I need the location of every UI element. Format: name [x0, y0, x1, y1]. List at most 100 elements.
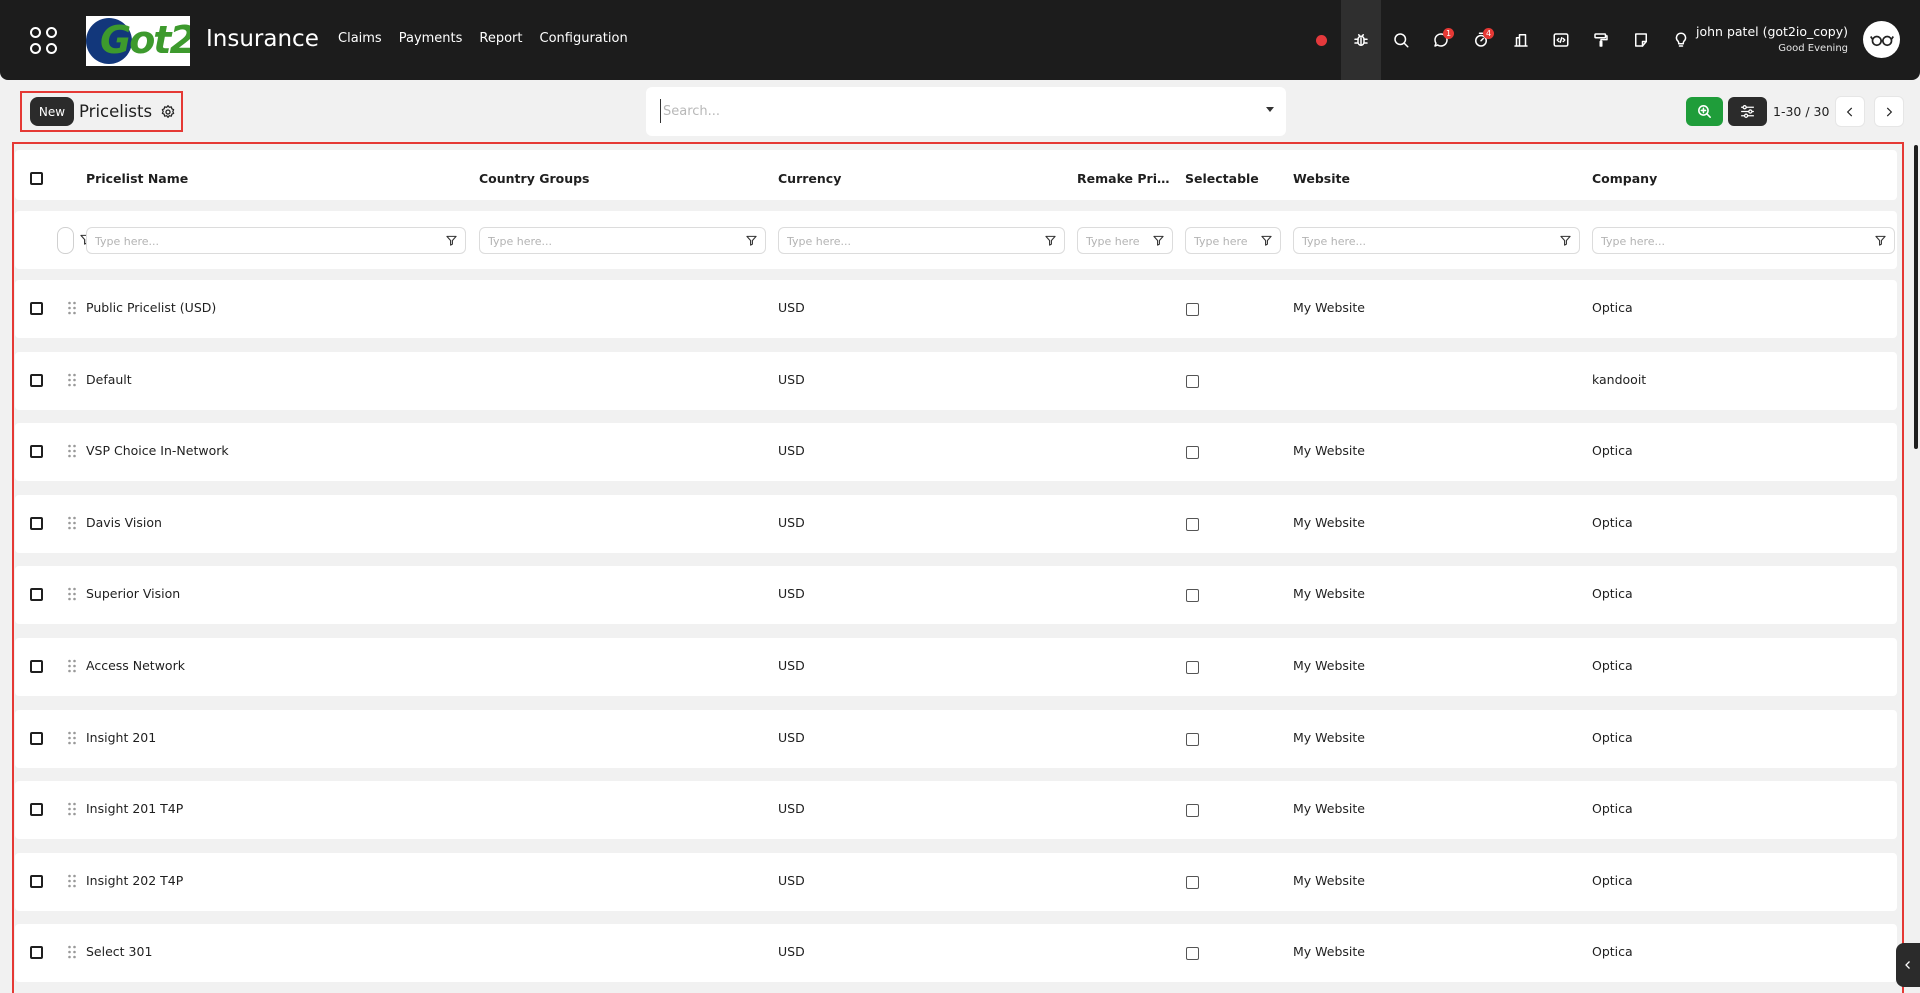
drag-handle-icon[interactable]: [67, 516, 77, 530]
pager-previous-button[interactable]: [1835, 96, 1865, 127]
chat-badge: 1: [1443, 28, 1454, 39]
paint-roller-icon[interactable]: [1581, 0, 1621, 80]
record-icon[interactable]: [1301, 0, 1341, 80]
website-cell: My Website: [1293, 300, 1365, 315]
bug-icon[interactable]: [1341, 0, 1381, 80]
gear-icon[interactable]: [160, 104, 176, 120]
filter-remake-pricelist-input[interactable]: [1086, 232, 1150, 250]
drag-handle-icon[interactable]: [67, 731, 77, 745]
drag-handle-icon[interactable]: [67, 373, 77, 387]
drag-handle-icon[interactable]: [67, 444, 77, 458]
selectable-checkbox[interactable]: [1186, 375, 1199, 388]
row-select-checkbox[interactable]: [30, 803, 43, 816]
funnel-icon[interactable]: [1560, 235, 1571, 246]
search-icon[interactable]: [1381, 0, 1421, 80]
funnel-icon[interactable]: [746, 235, 757, 246]
selectable-checkbox[interactable]: [1186, 661, 1199, 674]
filter-toggle[interactable]: [57, 227, 74, 254]
zoom-search-button[interactable]: [1686, 97, 1723, 126]
currency-cell: USD: [778, 586, 805, 601]
company-cell: Optica: [1592, 944, 1633, 959]
new-button[interactable]: New: [30, 97, 74, 126]
search-dropdown-toggle[interactable]: [1266, 107, 1274, 112]
menu-report[interactable]: Report: [479, 31, 522, 47]
website-cell: My Website: [1293, 873, 1365, 888]
select-all-checkbox[interactable]: [30, 172, 43, 185]
user-menu[interactable]: john patel (got2io_copy) Good Evening: [1696, 24, 1848, 56]
row-select-checkbox[interactable]: [30, 374, 43, 387]
drag-handle-icon[interactable]: [67, 587, 77, 601]
column-website[interactable]: Website: [1293, 171, 1573, 187]
filter-pricelist-name: [86, 227, 466, 254]
filter-website-input[interactable]: [1302, 232, 1557, 250]
funnel-icon[interactable]: [1153, 235, 1164, 246]
selectable-checkbox[interactable]: [1186, 303, 1199, 316]
selectable-checkbox[interactable]: [1186, 804, 1199, 817]
selectable-checkbox[interactable]: [1186, 733, 1199, 746]
filter-currency-input[interactable]: [787, 232, 1042, 250]
selectable-checkbox[interactable]: [1186, 589, 1199, 602]
avatar[interactable]: [1863, 21, 1900, 58]
zoom-in-icon: [1698, 105, 1711, 118]
filter-pricelist-name-input[interactable]: [95, 232, 443, 250]
search-input[interactable]: [660, 99, 1240, 123]
funnel-icon[interactable]: [1261, 235, 1272, 246]
note-icon[interactable]: [1621, 0, 1661, 80]
bank-icon[interactable]: [1501, 0, 1541, 80]
funnel-icon[interactable]: [1045, 235, 1056, 246]
company-logo[interactable]: Got2: [86, 16, 190, 66]
drag-handle-icon[interactable]: [67, 659, 77, 673]
filter-remake-pricelist: [1077, 227, 1173, 254]
row-select-checkbox[interactable]: [30, 588, 43, 601]
drag-handle-icon[interactable]: [67, 802, 77, 816]
filter-company-input[interactable]: [1601, 232, 1872, 250]
filter-country-groups-input[interactable]: [488, 232, 743, 250]
filter-settings-button[interactable]: [1728, 97, 1767, 126]
column-pricelist-name[interactable]: Pricelist Name: [86, 171, 386, 187]
column-company[interactable]: Company: [1592, 171, 1872, 187]
timer-icon[interactable]: 4: [1461, 0, 1501, 80]
column-selectable[interactable]: Selectable: [1185, 171, 1280, 187]
funnel-icon[interactable]: [446, 235, 457, 246]
company-cell: kandooit: [1592, 372, 1647, 387]
drag-handle-icon[interactable]: [67, 945, 77, 959]
lightbulb-icon[interactable]: [1661, 0, 1701, 80]
chevron-right-icon: [1886, 107, 1893, 116]
chevron-left-icon: [1905, 961, 1910, 969]
drag-handle-icon[interactable]: [67, 301, 77, 315]
company-cell: Optica: [1592, 586, 1633, 601]
row-select-checkbox[interactable]: [30, 302, 43, 315]
pager-value[interactable]: 1-30 / 30: [1773, 104, 1829, 119]
selectable-checkbox[interactable]: [1186, 947, 1199, 960]
selectable-checkbox[interactable]: [1186, 446, 1199, 459]
chat-icon[interactable]: 1: [1421, 0, 1461, 80]
user-greeting: Good Evening: [1778, 43, 1848, 54]
selectable-checkbox[interactable]: [1186, 876, 1199, 889]
breadcrumb-highlight: New Pricelists: [20, 91, 183, 132]
column-country-groups[interactable]: Country Groups: [479, 171, 759, 187]
column-currency[interactable]: Currency: [778, 171, 1058, 187]
pager-next-button[interactable]: [1874, 96, 1904, 127]
row-select-checkbox[interactable]: [30, 445, 43, 458]
vertical-scrollbar[interactable]: [1914, 145, 1918, 449]
currency-cell: USD: [778, 372, 805, 387]
side-panel-toggle[interactable]: [1896, 943, 1920, 987]
funnel-icon[interactable]: [1875, 235, 1886, 246]
column-remake-pricelist[interactable]: Remake Pricelist: [1077, 171, 1174, 187]
app-title[interactable]: Insurance: [206, 25, 319, 53]
menu-payments[interactable]: Payments: [399, 31, 463, 47]
row-select-checkbox[interactable]: [30, 517, 43, 530]
row-select-checkbox[interactable]: [30, 875, 43, 888]
row-select-checkbox[interactable]: [30, 660, 43, 673]
menu-claims[interactable]: Claims: [338, 31, 382, 47]
selectable-checkbox[interactable]: [1186, 518, 1199, 531]
drag-handle-icon[interactable]: [67, 874, 77, 888]
filter-company: [1592, 227, 1895, 254]
row-select-checkbox[interactable]: [30, 946, 43, 959]
menu-configuration[interactable]: Configuration: [540, 31, 628, 47]
app-menu-icon[interactable]: [30, 27, 58, 55]
filter-selectable-input[interactable]: [1194, 232, 1258, 250]
row-select-checkbox[interactable]: [30, 732, 43, 745]
currency-cell: USD: [778, 443, 805, 458]
code-icon[interactable]: [1541, 0, 1581, 80]
